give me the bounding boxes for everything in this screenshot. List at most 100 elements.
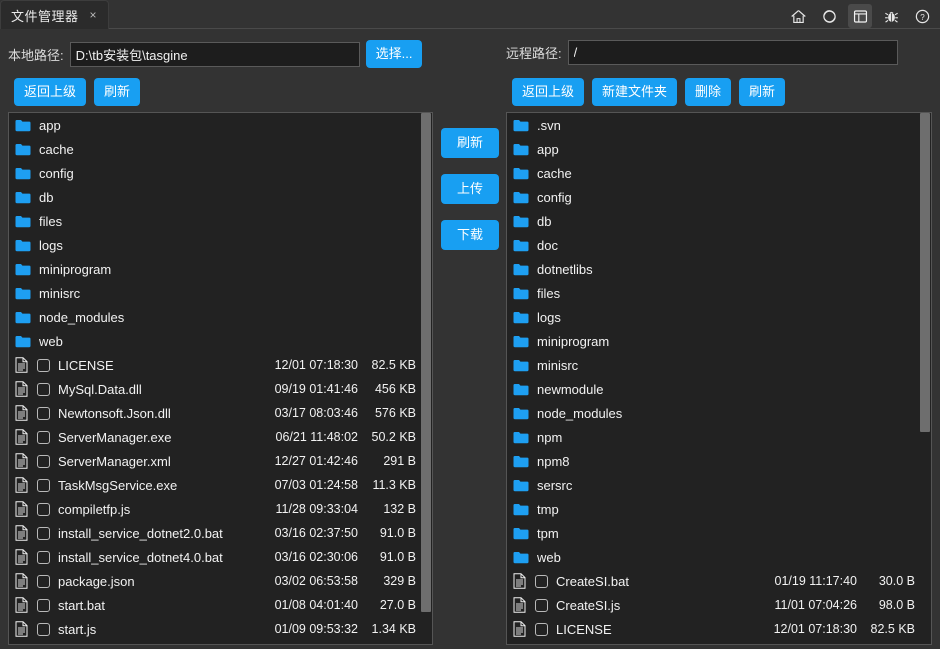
local-path-input[interactable] [70,42,360,67]
folder-row[interactable]: web [9,329,420,353]
folder-row[interactable]: newmodule [507,377,919,401]
folder-row[interactable]: logs [9,233,420,257]
file-row[interactable]: Newtonsoft.Json.dll03/17 08:03:46576 KB [9,401,420,425]
close-icon[interactable]: × [87,7,100,23]
folder-row[interactable]: cache [9,137,420,161]
folder-row[interactable]: web [507,545,919,569]
file-row[interactable]: start.bat01/08 04:01:4027.0 B [9,593,420,617]
local-scrollbar-thumb[interactable] [421,113,431,612]
remote-refresh-button[interactable]: 刷新 [739,78,785,106]
file-checkbox[interactable] [37,599,50,612]
file-row[interactable]: install_service_dotnet4.0.bat03/16 02:30… [9,545,420,569]
file-checkbox[interactable] [535,575,548,588]
folder-row[interactable]: db [507,209,919,233]
transfer-upload-button[interactable]: 上传 [441,174,499,204]
local-refresh-button[interactable]: 刷新 [94,78,140,106]
folder-row[interactable]: minisrc [507,353,919,377]
file-row[interactable]: LICENSE12/01 07:18:3082.5 KB [507,617,919,641]
folder-row[interactable]: files [507,281,919,305]
folder-row[interactable]: app [9,113,420,137]
folder-row[interactable]: npm [507,425,919,449]
file-row[interactable]: MySql.Data.dll09/19 01:41:46456 KB [9,377,420,401]
folder-icon [513,525,531,541]
folder-row[interactable]: node_modules [9,305,420,329]
folder-row[interactable]: minisrc [9,281,420,305]
file-row[interactable]: package.json03/02 06:53:58329 B [9,569,420,593]
bug-icon[interactable] [879,4,903,28]
folder-row[interactable]: tpm [507,521,919,545]
folder-row[interactable]: app [507,137,919,161]
help-icon[interactable]: ? [910,4,934,28]
folder-row[interactable]: node_modules [507,401,919,425]
folder-row[interactable]: sersrc [507,473,919,497]
file-checkbox[interactable] [37,503,50,516]
entry-name: files [537,286,919,301]
remote-scrollbar-track[interactable] [919,113,931,644]
file-checkbox[interactable] [37,407,50,420]
file-row[interactable]: CreateSI.bat01/19 11:17:4030.0 B [507,569,919,593]
file-row[interactable]: CreateSI.js11/01 07:04:2698.0 B [507,593,919,617]
folder-icon [513,429,531,445]
folder-icon [513,309,531,325]
file-row[interactable]: install_service_dotnet2.0.bat03/16 02:37… [9,521,420,545]
remote-path-input[interactable] [568,40,898,65]
entry-name: minisrc [39,286,420,301]
file-checkbox[interactable] [535,599,548,612]
file-row[interactable]: TaskMsgService.exe07/03 01:24:5811.3 KB [9,473,420,497]
file-checkbox[interactable] [37,527,50,540]
folder-row[interactable]: cache [507,161,919,185]
transfer-download-button[interactable]: 下载 [441,220,499,250]
folder-row[interactable]: files [9,209,420,233]
file-row[interactable]: compiletfp.js11/28 09:33:04132 B [9,497,420,521]
folder-row[interactable]: config [507,185,919,209]
folder-icon [513,477,531,493]
entry-name: start.bat [58,598,248,613]
remote-file-list[interactable]: .svnappcacheconfigdb doc dotnetlibs files lo… [506,112,932,645]
local-file-list[interactable]: appcacheconfigdbfileslogsminiprogram mini… [8,112,433,645]
file-checkbox[interactable] [37,431,50,444]
file-checkbox[interactable] [535,623,548,636]
file-row[interactable]: ServerManager.exe06/21 11:48:0250.2 KB [9,425,420,449]
file-row[interactable]: start.js01/09 09:53:321.34 KB [9,617,420,641]
folder-icon [513,213,531,229]
folder-row[interactable]: miniprogram [507,329,919,353]
folder-row[interactable]: config [9,161,420,185]
home-icon[interactable] [786,4,810,28]
folder-row[interactable]: db [9,185,420,209]
file-checkbox[interactable] [37,359,50,372]
tab-file-manager[interactable]: 文件管理器 × [0,0,109,29]
entry-name: doc [537,238,919,253]
folder-row[interactable]: .svn [507,113,919,137]
file-checkbox[interactable] [37,575,50,588]
file-row[interactable]: LICENSE12/01 07:18:3082.5 KB [9,353,420,377]
local-scrollbar-track[interactable] [420,113,432,644]
folder-row[interactable]: miniprogram [9,257,420,281]
entry-name: LICENSE [556,622,742,637]
remote-up-button[interactable]: 返回上级 [512,78,584,106]
file-checkbox[interactable] [37,623,50,636]
layout-icon[interactable] [848,4,872,28]
local-up-button[interactable]: 返回上级 [14,78,86,106]
folder-row[interactable]: doc [507,233,919,257]
file-icon [15,549,33,565]
folder-row[interactable]: npm8 [507,449,919,473]
refresh-icon[interactable] [817,4,841,28]
local-choose-button[interactable]: 选择... [366,40,423,68]
file-checkbox[interactable] [37,455,50,468]
entry-name: LICENSE [58,358,248,373]
file-checkbox[interactable] [37,551,50,564]
transfer-refresh-button[interactable]: 刷新 [441,128,499,158]
remote-newfolder-button[interactable]: 新建文件夹 [592,78,677,106]
remote-path-label: 远程路径: [506,43,562,62]
entry-size: 291 B [358,454,420,468]
file-row[interactable]: ServerManager.xml12/27 01:42:46291 B [9,449,420,473]
local-path-label: 本地路径: [8,45,64,64]
remote-scrollbar-thumb[interactable] [920,113,930,432]
remote-delete-button[interactable]: 删除 [685,78,731,106]
folder-row[interactable]: dotnetlibs [507,257,919,281]
file-checkbox[interactable] [37,479,50,492]
file-icon [513,597,531,613]
file-checkbox[interactable] [37,383,50,396]
folder-row[interactable]: tmp [507,497,919,521]
folder-row[interactable]: logs [507,305,919,329]
